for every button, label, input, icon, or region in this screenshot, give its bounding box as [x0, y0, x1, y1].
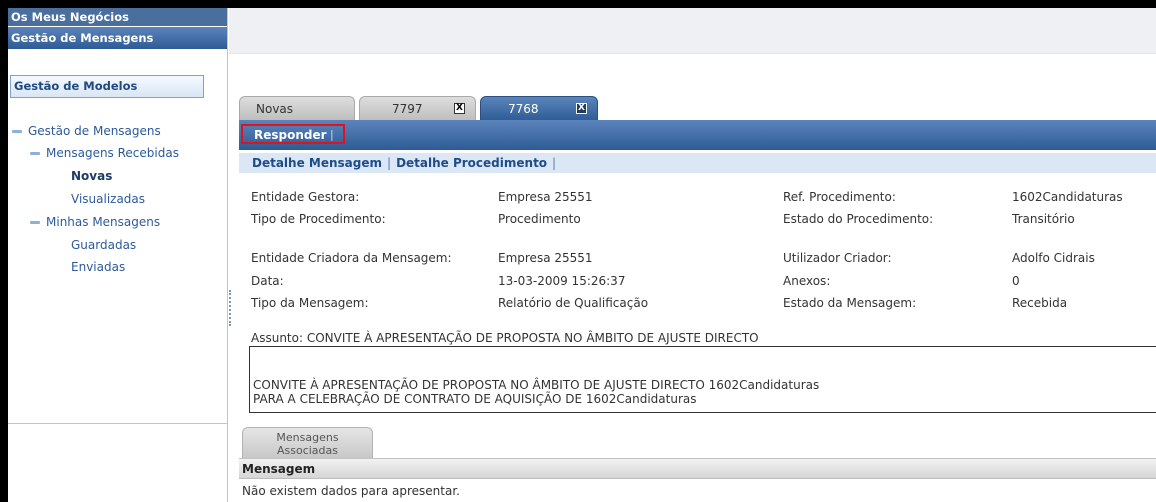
utilizador-criador-label: Utilizador Criador:: [783, 251, 892, 265]
anexos-label: Anexos:: [783, 274, 831, 288]
tipo-procedimento-label: Tipo de Procedimento:: [251, 212, 386, 226]
tab-7797[interactable]: 7797 X: [359, 96, 476, 121]
utilizador-criador-value: Adolfo Cidrais: [1012, 251, 1095, 265]
ref-procedimento-label: Ref. Procedimento:: [783, 190, 896, 204]
entidade-gestora-label: Entidade Gestora:: [251, 190, 360, 204]
tree-item-label: Minhas Mensagens: [46, 215, 161, 229]
tipo-procedimento-value: Procedimento: [498, 212, 581, 226]
empty-state-message: Não existem dados para apresentar.: [242, 484, 460, 498]
tab-7768[interactable]: 7768 X: [480, 96, 598, 121]
action-bar: Responder |: [239, 120, 1156, 150]
anexos-value: 0: [1012, 274, 1020, 288]
action-separator: |: [330, 128, 334, 141]
tree-item-label: Gestão de Mensagens: [28, 124, 161, 138]
tab-label: Associadas: [276, 444, 338, 457]
models-management-button[interactable]: Gestão de Modelos: [10, 75, 204, 98]
sidebar-header-message-management[interactable]: Gestão de Mensagens: [8, 27, 227, 49]
subnav-separator: |: [387, 156, 392, 170]
estado-mensagem-value: Recebida: [1012, 296, 1068, 310]
collapse-icon[interactable]: [30, 152, 40, 155]
sidebar-header-my-business[interactable]: Os Meus Negócios: [8, 8, 227, 27]
close-tab-icon[interactable]: X: [576, 103, 587, 114]
tab-label: Novas: [256, 102, 294, 116]
tab-associated-messages[interactable]: Mensagens Associadas: [242, 427, 373, 458]
tipo-mensagem-value: Relatório de Qualificação: [498, 296, 649, 310]
ref-procedimento-value: 1602Candidaturas: [1012, 190, 1123, 204]
subnav-separator: |: [552, 156, 557, 170]
data-label: Data:: [251, 274, 284, 288]
data-value: 13-03-2009 15:26:37: [498, 274, 626, 288]
detail-subnav: Detalhe Mensagem | Detalhe Procedimento |: [239, 153, 1156, 173]
tree-item-my-messages[interactable]: Minhas Mensagens: [30, 215, 160, 229]
reply-label: Responder: [254, 128, 327, 142]
tree-item-new[interactable]: Novas: [71, 169, 112, 183]
message-body-line: PARA A CELEBRAÇÃO DE CONTRATO DE AQUISIÇ…: [253, 392, 697, 406]
tree-item-viewed[interactable]: Visualizadas: [71, 192, 145, 206]
tab-label: Mensagens: [276, 431, 339, 444]
detail-procedure-link[interactable]: Detalhe Procedimento: [396, 156, 547, 170]
detail-message-link[interactable]: Detalhe Mensagem: [252, 156, 382, 170]
estado-mensagem-label: Estado da Mensagem:: [783, 296, 917, 310]
message-body-box: CONVITE À APRESENTAÇÃO DE PROPOSTA NO ÂM…: [249, 346, 1156, 413]
splitter-handle[interactable]: [229, 290, 231, 326]
sidebar: Os Meus Negócios Gestão de Mensagens Ges…: [8, 8, 228, 502]
tree-item-received-messages[interactable]: Mensagens Recebidas: [30, 146, 179, 160]
entidade-gestora-value: Empresa 25551: [498, 190, 593, 204]
estado-procedimento-label: Estado do Procedimento:: [783, 212, 934, 226]
tab-novas[interactable]: Novas: [239, 96, 355, 121]
tipo-mensagem-label: Tipo da Mensagem:: [251, 296, 369, 310]
entidade-criadora-label: Entidade Criadora da Mensagem:: [251, 251, 452, 265]
estado-procedimento-value: Transitório: [1012, 212, 1075, 226]
entidade-criadora-value: Empresa 25551: [498, 251, 593, 265]
column-header-message[interactable]: Mensagem: [239, 458, 1156, 479]
sidebar-divider: [8, 423, 228, 424]
tree-item-label: Mensagens Recebidas: [46, 146, 179, 160]
tab-label: 7768: [508, 102, 539, 116]
tree-item-sent[interactable]: Enviadas: [71, 260, 125, 274]
collapse-icon[interactable]: [30, 221, 40, 224]
subject-line: Assunto: CONVITE À APRESENTAÇÃO DE PROPO…: [251, 331, 759, 345]
tree-item-message-management[interactable]: Gestão de Mensagens: [12, 124, 161, 138]
tree-item-saved[interactable]: Guardadas: [71, 238, 136, 252]
top-bar: [229, 8, 1156, 54]
message-body-line: CONVITE À APRESENTAÇÃO DE PROPOSTA NO ÂM…: [253, 378, 820, 392]
tab-label: 7797: [392, 102, 423, 116]
close-tab-icon[interactable]: X: [454, 103, 465, 114]
collapse-icon[interactable]: [12, 130, 22, 133]
